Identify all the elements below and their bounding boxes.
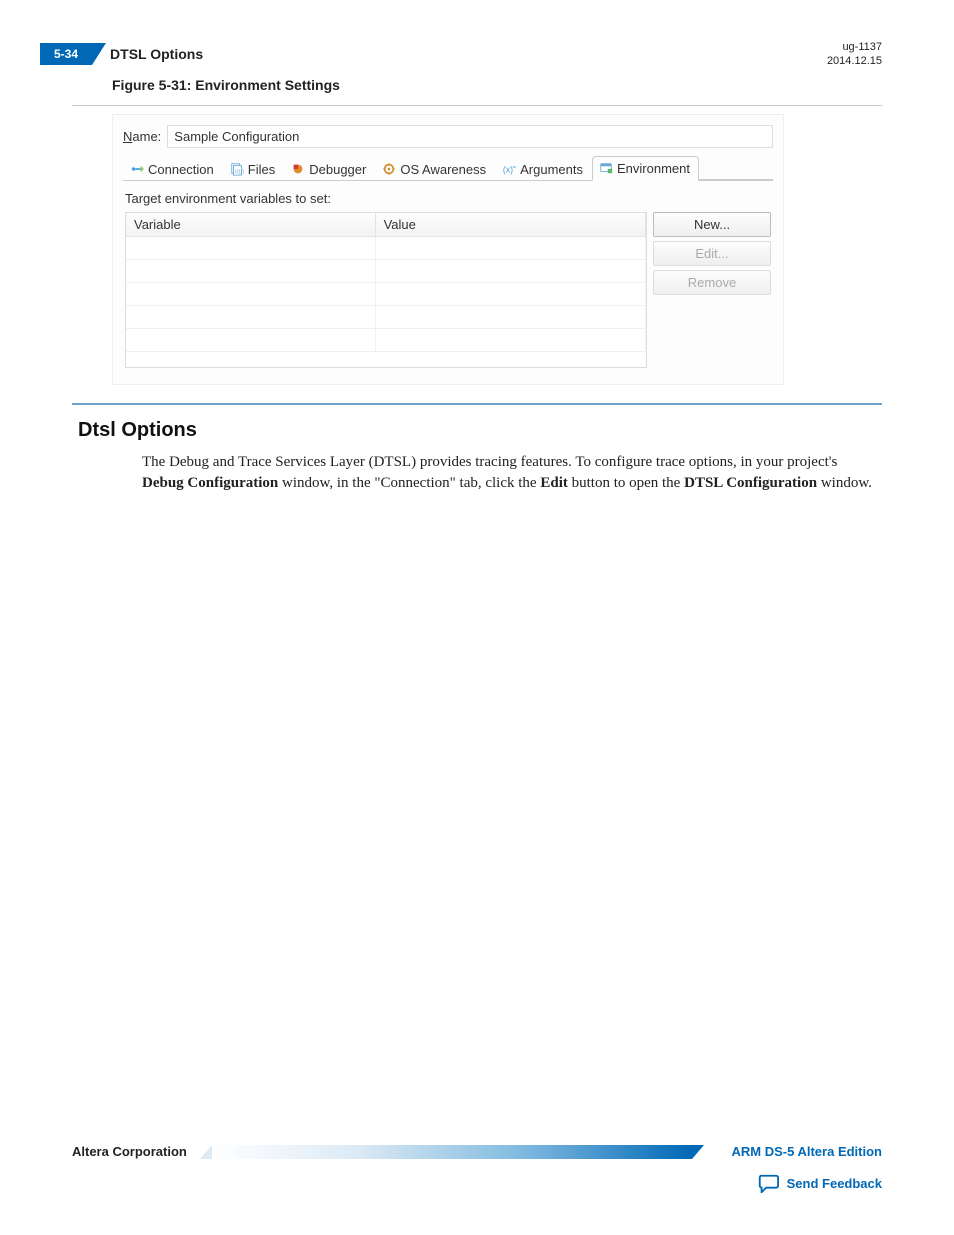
section-divider [72, 403, 882, 405]
figure-caption: Figure 5-31: Environment Settings [112, 77, 882, 93]
body-paragraph: The Debug and Trace Services Layer (DTSL… [142, 452, 882, 496]
os-awareness-icon [382, 162, 396, 176]
new-button[interactable]: New... [653, 212, 771, 237]
page-header: 5-34 DTSL Options ug-1137 2014.12.15 [72, 40, 882, 69]
env-variables-table[interactable]: Variable Value [125, 212, 647, 368]
tab-os-awareness[interactable]: OS Awareness [375, 157, 495, 181]
tab-label: Connection [148, 162, 214, 177]
column-header-value[interactable]: Value [376, 213, 646, 236]
table-row [126, 329, 646, 352]
tab-connection[interactable]: Connection [123, 157, 223, 181]
name-label: Name: [123, 129, 161, 144]
header-section-title: DTSL Options [110, 46, 203, 62]
page-number-badge: 5-34 [40, 43, 92, 65]
svg-text:010: 010 [235, 169, 244, 175]
footer-company: Altera Corporation [72, 1144, 193, 1159]
tab-environment[interactable]: Environment [592, 156, 699, 181]
tab-arguments[interactable]: (x)= Arguments [495, 157, 592, 181]
tab-label: OS Awareness [400, 162, 486, 177]
tab-label: Debugger [309, 162, 366, 177]
table-row [126, 306, 646, 329]
env-description: Target environment variables to set: [125, 191, 771, 206]
tab-label: Arguments [520, 162, 583, 177]
table-row [126, 237, 646, 260]
environment-icon [599, 161, 613, 175]
arguments-icon: (x)= [502, 162, 516, 176]
edit-button[interactable]: Edit... [653, 241, 771, 266]
section-title: Dtsl Options [78, 419, 882, 442]
debugger-icon [291, 162, 305, 176]
footer-product[interactable]: ARM DS-5 Altera Edition [726, 1144, 882, 1159]
column-header-variable[interactable]: Variable [126, 213, 376, 236]
svg-text:=: = [513, 164, 517, 171]
tab-files[interactable]: 010 Files [223, 157, 284, 181]
table-row [126, 260, 646, 283]
doc-date: 2014.12.15 [827, 54, 882, 68]
tab-label: Files [248, 162, 275, 177]
tab-label: Environment [617, 161, 690, 176]
files-icon: 010 [230, 162, 244, 176]
feedback-icon [757, 1173, 779, 1193]
footer-stripe [212, 1145, 692, 1159]
connection-icon [130, 162, 144, 176]
divider [72, 105, 882, 106]
name-input[interactable] [167, 125, 773, 148]
svg-text:(x): (x) [503, 165, 513, 175]
remove-button[interactable]: Remove [653, 270, 771, 295]
tab-bar: Connection 010 Files Debugger [123, 156, 773, 181]
environment-settings-dialog: Name: Connection 010 Files [112, 114, 784, 385]
send-feedback-link[interactable]: Send Feedback [787, 1176, 882, 1191]
doc-id: ug-1137 [827, 40, 882, 54]
table-row [126, 283, 646, 306]
tab-debugger[interactable]: Debugger [284, 157, 375, 181]
